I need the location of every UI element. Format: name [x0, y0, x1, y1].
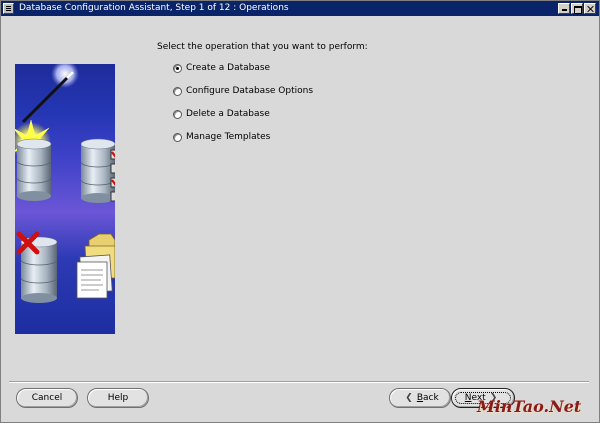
- radio-button-selected[interactable]: [173, 63, 182, 73]
- help-button[interactable]: Help: [87, 388, 149, 408]
- radio-button[interactable]: [173, 86, 182, 96]
- back-button[interactable]: ❮ Back: [389, 388, 451, 408]
- database-cylinder-icon: [16, 138, 52, 201]
- radio-button[interactable]: [173, 132, 182, 142]
- option-delete-database[interactable]: Delete a Database: [173, 107, 270, 121]
- operation-prompt: Select the operation that you want to pe…: [157, 42, 368, 52]
- glow-orb-icon: [51, 64, 79, 88]
- option-configure-database-options[interactable]: Configure Database Options: [173, 84, 313, 98]
- option-label: Configure Database Options: [186, 86, 314, 96]
- dbca-window: Database Configuration Assistant, Step 1…: [0, 0, 600, 423]
- maximize-icon[interactable]: [571, 3, 583, 14]
- option-label: Manage Templates: [186, 132, 271, 142]
- checkbox-list-icon: [110, 149, 115, 202]
- database-wizard-illustration: [15, 64, 115, 334]
- title-bar[interactable]: Database Configuration Assistant, Step 1…: [1, 1, 599, 16]
- option-label: Delete a Database: [186, 109, 270, 119]
- cancel-button[interactable]: Cancel: [16, 388, 78, 408]
- back-arrow-icon: ❮: [405, 393, 413, 403]
- back-label: Back: [416, 393, 439, 403]
- option-label: Create a Database: [186, 63, 271, 73]
- database-cylinder-icon: [80, 138, 115, 203]
- option-create-database[interactable]: Create a Database: [173, 61, 270, 75]
- option-manage-templates[interactable]: Manage Templates: [173, 130, 270, 144]
- close-icon[interactable]: [584, 3, 596, 14]
- documents-icon: [76, 254, 113, 299]
- footer-divider: [9, 381, 589, 383]
- window-menu-icon[interactable]: [3, 3, 14, 14]
- minimize-icon[interactable]: [558, 3, 570, 14]
- watermark-text: MinTao.Net: [477, 397, 582, 416]
- radio-button[interactable]: [173, 109, 182, 119]
- window-title: Database Configuration Assistant, Step 1…: [19, 3, 289, 13]
- illustration-art: [15, 64, 115, 303]
- window-controls: [558, 3, 596, 14]
- magic-wand-icon: [21, 70, 75, 124]
